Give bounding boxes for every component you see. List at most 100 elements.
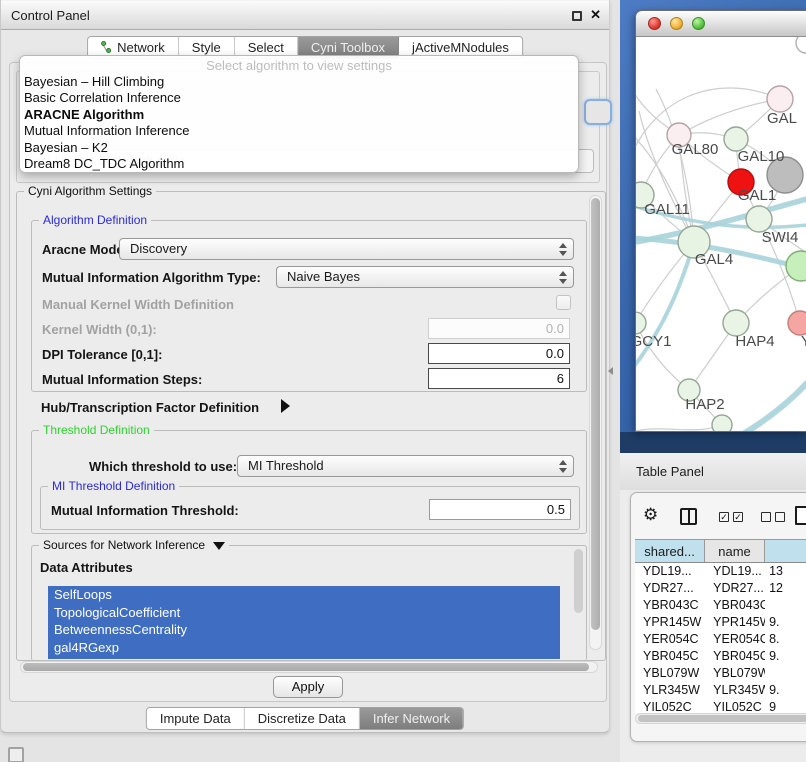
node-label: GAL4 <box>695 251 733 268</box>
column-header[interactable]: shared... <box>635 540 705 562</box>
tab-infer-network[interactable]: Infer Network <box>360 708 463 729</box>
split-pane-handle[interactable] <box>608 367 613 375</box>
node-label: Y <box>801 333 806 350</box>
network-node-gcy1[interactable] <box>636 312 646 334</box>
data-attribute-item[interactable]: TopologicalCoefficient <box>48 604 560 622</box>
minimize-traffic-icon[interactable] <box>670 17 683 30</box>
algorithm-option[interactable]: Mutual Information Inference <box>20 123 578 139</box>
expand-right-icon[interactable] <box>281 399 290 413</box>
table-cell: YBR045C <box>635 648 705 665</box>
aracne-mode-select[interactable]: Discovery <box>119 238 574 260</box>
checked-checkbox-icon[interactable]: ✓ <box>719 512 729 522</box>
table-cell: YER054C <box>705 631 765 648</box>
zoom-traffic-icon[interactable] <box>692 17 705 30</box>
network-node[interactable] <box>796 37 806 53</box>
manual-kernel-checkbox[interactable] <box>556 295 571 310</box>
node-table[interactable]: shared... name YDL19...YDL19...13YDR27..… <box>635 539 806 713</box>
table-cell: YDL19... <box>635 563 705 580</box>
mi-algorithm-type-select[interactable]: Naive Bayes <box>276 266 574 288</box>
unchecked-checkbox-icon[interactable] <box>775 512 785 522</box>
columns-icon[interactable] <box>680 508 697 525</box>
manual-kernel-label: Manual Kernel Width Definition <box>42 297 234 312</box>
table-horizontal-scrollbar[interactable] <box>635 713 806 724</box>
which-threshold-label: Which threshold to use: <box>89 459 237 474</box>
algorithm-option[interactable]: Basic Correlation Inference <box>20 90 578 106</box>
algorithm-option[interactable]: Dream8 DC_TDC Algorithm <box>20 156 578 172</box>
network-node-gal[interactable] <box>767 86 793 112</box>
dpi-tolerance-input[interactable]: 0.0 <box>428 343 570 364</box>
mi-threshold-group-title: MI Threshold Definition <box>48 479 179 493</box>
table-panel-window: ⚙ ✓ ✓ shared... name YDL19...YDL19...13Y… <box>630 492 806 742</box>
table-row[interactable]: YPR145WYPR145W9. <box>635 614 806 631</box>
mi-threshold-input[interactable]: 0.5 <box>429 499 571 520</box>
table-row[interactable]: YLR345WYLR345W9. <box>635 682 806 699</box>
network-icon <box>101 41 112 54</box>
mi-steps-label: Mutual Information Steps: <box>42 372 202 387</box>
close-icon[interactable]: ✕ <box>590 7 601 23</box>
hub-definition-label: Hub/Transcription Factor Definition <box>41 400 259 415</box>
network-node[interactable] <box>786 251 806 281</box>
algorithm-option[interactable]: Bayesian – Hill Climbing <box>20 74 578 90</box>
node-label: GAL11 <box>644 201 690 218</box>
table-row[interactable]: YBR045CYBR045C9. <box>635 648 806 665</box>
table-row[interactable]: YBL079WYBL079W <box>635 665 806 682</box>
mi-threshold-group: MI Threshold Definition Mutual Informati… <box>40 486 580 530</box>
algorithm-option[interactable]: Bayesian – K2 <box>20 140 578 156</box>
node-label: GAL <box>767 110 797 127</box>
app-root: Control Panel ✕ NetworkStyleSelectCyni T… <box>0 0 806 762</box>
which-threshold-select[interactable]: MI Threshold <box>237 455 574 477</box>
tab-impute-data[interactable]: Impute Data <box>147 708 245 729</box>
table-cell <box>765 597 806 614</box>
algorithm-dropdown: Select algorithm to view settings Bayesi… <box>19 55 579 173</box>
table-cell: YER054C <box>635 631 705 648</box>
table-row[interactable]: YDL19...YDL19...13 <box>635 563 806 580</box>
table-rows: YDL19...YDL19...13YDR27...YDR27...12YBR0… <box>635 563 806 713</box>
control-panel-window: Control Panel ✕ NetworkStyleSelectCyni T… <box>0 0 610 733</box>
column-header[interactable] <box>765 540 806 562</box>
apply-button[interactable]: Apply <box>273 676 343 698</box>
tab-discretize-data[interactable]: Discretize Data <box>245 708 360 729</box>
collapse-down-icon[interactable] <box>213 542 225 550</box>
node-label: GCY1 <box>636 333 671 350</box>
close-traffic-icon[interactable] <box>648 17 661 30</box>
restore-panel-icon[interactable] <box>8 747 24 762</box>
algorithm-definition-title: Algorithm Definition <box>39 213 151 227</box>
table-row[interactable]: YBR043CYBR043C <box>635 597 806 614</box>
table-row[interactable]: YER054CYER054C8. <box>635 631 806 648</box>
sources-title: Sources for Network Inference <box>39 538 229 552</box>
table-cell: YPR145W <box>635 614 705 631</box>
data-attribute-item[interactable]: BetweennessCentrality <box>48 621 560 639</box>
node-label: GAL1 <box>738 187 776 204</box>
network-canvas[interactable]: GALGAL80GAL10GAL1GAL11SWI4GAL4GCY1HAP4YH… <box>636 37 806 432</box>
settings-horizontal-scrollbar[interactable] <box>20 661 598 673</box>
checked-checkbox-icon[interactable]: ✓ <box>733 512 743 522</box>
data-attribute-item[interactable]: SelfLoops <box>48 586 560 604</box>
float-window-icon[interactable] <box>572 11 582 21</box>
data-attribute-item[interactable]: gal4RGexp <box>48 639 560 657</box>
table-row[interactable]: YDR27...YDR27...12 <box>635 580 806 597</box>
settings-vertical-scrollbar[interactable] <box>589 195 602 650</box>
which-threshold-value: MI Threshold <box>248 458 324 473</box>
algorithm-option[interactable]: ARACNE Algorithm <box>20 107 578 123</box>
document-icon[interactable] <box>795 506 806 525</box>
sources-group: Sources for Network Inference Data Attri… <box>31 545 587 661</box>
gear-icon[interactable]: ⚙ <box>643 506 658 524</box>
sources-title-text: Sources for Network Inference <box>43 538 205 552</box>
unchecked-checkbox-icon[interactable] <box>761 512 771 522</box>
node-label: SWI4 <box>762 229 799 246</box>
table-cell: YBR045C <box>705 648 765 665</box>
kernel-width-label: Kernel Width (0,1): <box>42 322 157 337</box>
node-label: HAP2 <box>685 396 724 413</box>
column-header[interactable]: name <box>705 540 765 562</box>
network-node[interactable] <box>712 415 732 432</box>
attributes-scrollbar[interactable] <box>574 549 583 613</box>
algorithm-definition-group: Algorithm Definition Aracne Mode: Discov… <box>31 220 587 392</box>
table-cell: 12 <box>765 580 806 597</box>
mi-steps-input[interactable]: 6 <box>428 368 570 389</box>
control-panel-title: Control Panel <box>11 8 90 23</box>
table-row[interactable]: YIL052CYIL052C9 <box>635 699 806 713</box>
table-cell: YBL079W <box>635 665 705 682</box>
network-node-y[interactable] <box>788 311 806 335</box>
kernel-width-input[interactable]: 0.0 <box>428 318 570 339</box>
data-attributes-list[interactable]: SelfLoopsTopologicalCoefficientBetweenne… <box>48 586 560 659</box>
